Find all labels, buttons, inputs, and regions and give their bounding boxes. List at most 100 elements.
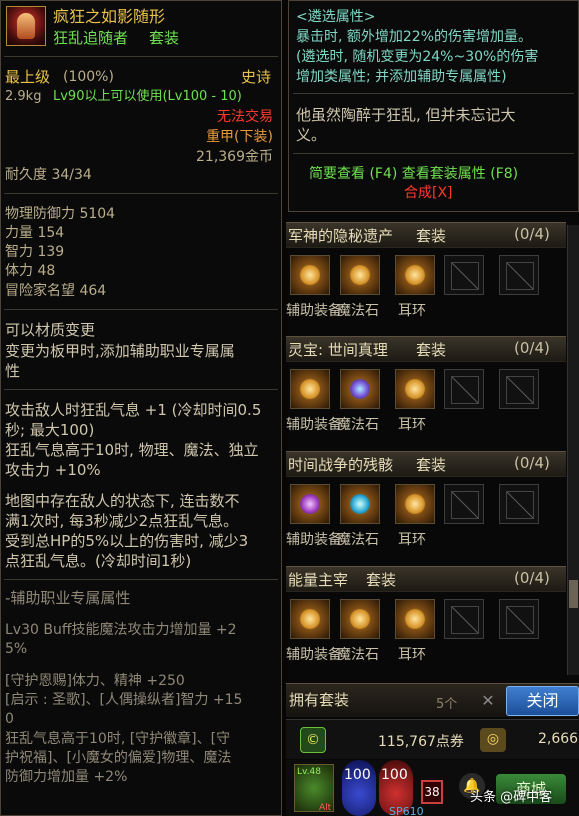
support-line: [启示 : 圣歌]、[人偶操纵者]智力 +15 [5,692,243,708]
slot-type: 重甲(下装) [206,129,273,145]
set-tag: 套装 [366,571,397,589]
set-header[interactable]: 能量主宰 套装 (0/4) [286,566,566,592]
set-slot-magicstone[interactable] [340,369,380,409]
effect2-line: 地图中存在敌人的状态下, 连击数不 [5,492,240,510]
mp-orb: 100 [342,760,376,816]
set-slot-magicstone[interactable] [340,484,380,524]
support-line: 狂乱气息高于10时, [守护徽章]、[守 [5,731,231,747]
coins-value: 2,666 [538,731,579,747]
stat-line: 智力 139 [5,244,65,260]
set-slot-empty[interactable] [444,255,484,295]
set-slot-support[interactable] [290,599,330,639]
coin-icon[interactable]: ◎ [480,728,506,752]
set-tag: 套装 [416,341,447,359]
set-slot-earring[interactable] [395,599,435,639]
material-line: 性 [5,362,21,380]
effect-line: 攻击敌人时狂乱气息 +1 (冷却时间0.5 [5,401,262,419]
support-header: -辅助职业专属属性 [5,589,131,607]
set-count: (0/4) [514,569,550,587]
effect-line: 攻击力 +10% [5,461,101,479]
item-subtitle: 狂乱追随者 [53,29,129,47]
option-tooltip: <遴选属性> 暴击时, 额外增加22%的伤害增加量。 (遴选时, 随机变更为24… [288,0,579,212]
effect2-line: 受到总HP的5%以上的伤害时, 减少3 [5,532,249,550]
slot-label: 辅助装备 [286,647,342,663]
flavor-line: 义。 [296,126,327,144]
support-line: 防御力增加量 +2% [5,769,128,785]
support-line: [守护恩赐]体力、精神 +250 [5,673,185,689]
watermark-prefix: 头条 [470,790,497,805]
sp-value: SP610 [389,805,424,816]
effect2-line: 满1次时, 每3秒减少2点狂乱气息。 [5,512,239,530]
slot-label: 耳环 [398,303,426,319]
set-name: 时间战争的残骸 [288,456,394,474]
slot-label: 耳环 [398,647,426,663]
close-button[interactable]: 关闭 [506,686,579,716]
set-count: (0/4) [514,225,550,243]
slot-label: 耳环 [398,532,426,548]
set-header[interactable]: 灵宝: 世间真理 套装 (0/4) [286,336,566,362]
set-row: 灵宝: 世间真理 套装 (0/4) 辅助装备 魔法石 耳环 [286,336,566,444]
slot-label: 魔法石 [337,303,379,319]
mp-value: 100 [344,767,371,783]
stat-line: 力量 154 [5,225,65,241]
set-slot-magicstone[interactable] [340,599,380,639]
support-line: 5% [5,641,28,657]
avatar: Lv.48 Alt [294,764,334,813]
support-line: 护祝福]、[小魔女的偏爱]物理、魔法 [5,750,232,766]
set-slot-empty[interactable] [499,255,539,295]
set-slot-earring[interactable] [395,369,435,409]
item-price: 21,369金币 [196,149,273,165]
set-slot-support[interactable] [290,255,330,295]
set-tag: 套装 [149,29,180,47]
flavor-line: 他虽然陶醉于狂乱, 但并未忘记大 [296,106,516,124]
set-name: 军神的隐秘遗产 [288,227,394,245]
set-slot-magicstone[interactable] [340,255,380,295]
stat-line: 物理防御力 5104 [5,206,116,222]
chevron-down-icon[interactable]: ✕ [476,689,500,713]
currency-bar: © 115,767点券 ◎ 2,666 [286,719,579,759]
item-icon [6,6,46,46]
set-header[interactable]: 军神的隐秘遗产 套装 (0/4) [286,222,566,248]
slot-label: 辅助装备 [286,417,342,433]
material-line: 变更为板甲时,添加辅助职业专属属 [5,342,235,360]
set-slot-earring[interactable] [395,484,435,524]
hint-text: 简要查看 (F4) 查看套装属性 (F8) [309,166,519,182]
set-slot-empty[interactable] [499,484,539,524]
set-slot-empty[interactable] [499,599,539,639]
synth-text[interactable]: 合成[X] [404,183,453,203]
set-slot-earring[interactable] [395,255,435,295]
owned-count: 5个 [436,697,458,712]
alt-key: Alt [319,803,332,813]
set-slot-support[interactable] [290,484,330,524]
set-header[interactable]: 时间战争的残骸 套装 (0/4) [286,451,566,477]
item-name: 疯狂之如影随形 [53,7,166,26]
set-tag: 套装 [416,227,447,245]
scrollbar-thumb[interactable] [569,580,578,608]
item-rarity: 史诗 [241,68,272,86]
set-slot-empty[interactable] [499,369,539,409]
set-name: 能量主宰 [288,571,349,589]
effect-line: 秒; 最大100) [5,421,95,439]
set-slot-empty[interactable] [444,599,484,639]
slot-label: 辅助装备 [286,532,342,548]
item-grade: 最上级 [5,68,51,86]
cera-icon[interactable]: © [300,727,326,753]
slot-label: 耳环 [398,417,426,433]
item-weight: 2.9kg [5,89,42,104]
level-value: 38 [421,780,443,804]
set-slot-empty[interactable] [444,369,484,409]
hp-value: 100 [381,767,408,783]
effect2-line: 点狂乱气息。(冷却时间1秒) [5,552,192,570]
effect-line: 狂乱气息高于10时, 物理、魔法、独立 [5,441,259,459]
set-slot-empty[interactable] [444,484,484,524]
set-row: 能量主宰 套装 (0/4) 辅助装备 魔法石 耳环 [286,566,566,674]
set-row: 时间战争的残骸 套装 (0/4) 辅助装备 魔法石 耳环 [286,451,566,559]
set-name: 灵宝: 世间真理 [288,341,388,359]
set-slot-support[interactable] [290,369,330,409]
stat-line: 体力 48 [5,263,56,279]
points-value: 115,767点券 [378,734,464,750]
set-tag: 套装 [416,456,447,474]
set-row: 军神的隐秘遗产 套装 (0/4) 辅助装备 魔法石 耳环 [286,222,566,330]
option-title: <遴选属性> [296,9,376,25]
owned-sets-bar: 拥有套装 5个 ✕ 关闭 [286,683,579,717]
